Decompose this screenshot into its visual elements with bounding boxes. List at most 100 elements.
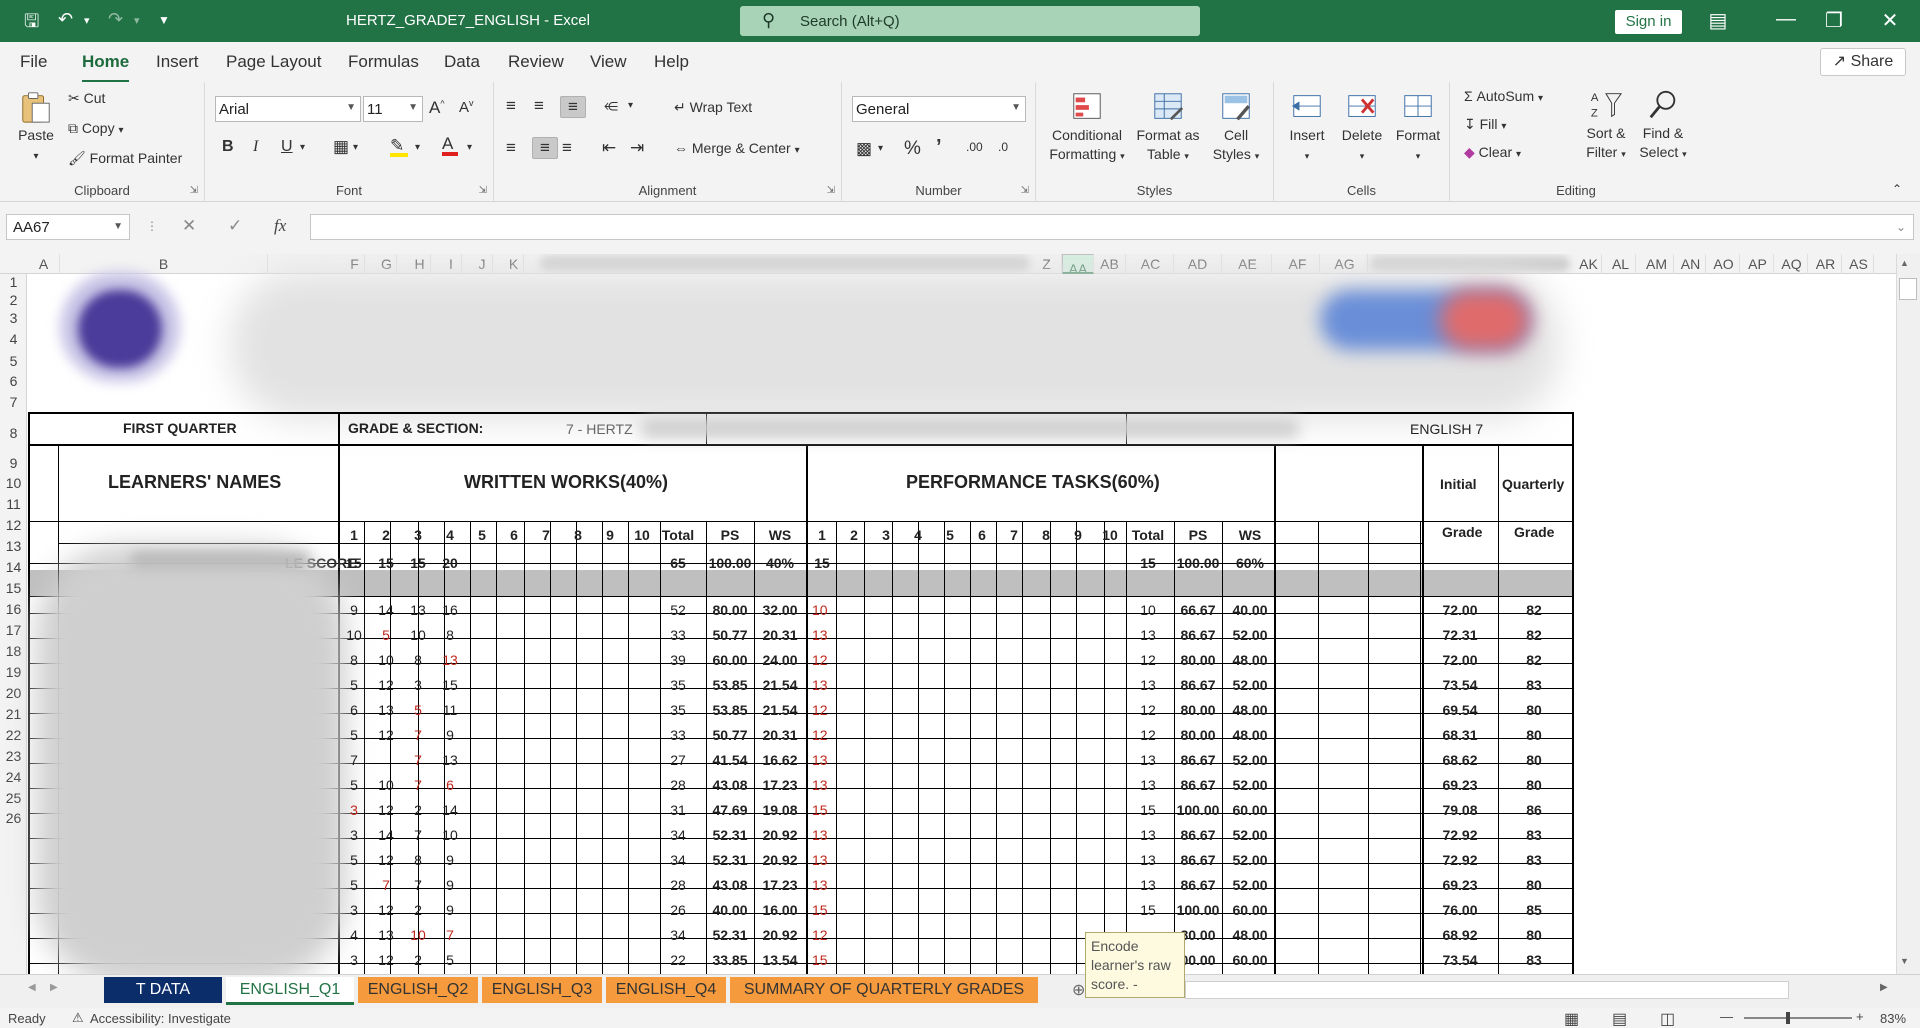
share-button[interactable]: ↗ Share (1820, 48, 1906, 76)
font-color-dropdown-icon[interactable]: ▾ (467, 142, 472, 153)
percent-icon[interactable]: % (904, 138, 921, 160)
column-header[interactable]: AO (1708, 254, 1740, 274)
insert-cells-button[interactable]: Insert ▾ (1280, 90, 1334, 166)
row-header[interactable]: 17 (0, 622, 27, 638)
vertical-scrollbar[interactable]: ▲ ▼ (1896, 254, 1920, 974)
font-name-select[interactable]: Arial ▼ (215, 96, 361, 122)
autosum-button[interactable]: Σ AutoSum ▾ (1464, 88, 1543, 104)
row-header[interactable]: 7 (0, 394, 27, 410)
cancel-icon[interactable]: ✕ (182, 216, 196, 236)
collapse-ribbon-icon[interactable]: ⌃ (1892, 182, 1902, 196)
add-sheet-icon[interactable]: ⊕ (1072, 980, 1085, 1000)
redo-icon[interactable]: ↷ (108, 9, 123, 30)
row-header[interactable]: 5 (0, 353, 27, 369)
format-cells-button[interactable]: Format ▾ (1390, 90, 1446, 166)
number-format-select[interactable]: General ▼ (852, 96, 1026, 122)
page-break-view-icon[interactable]: ◫ (1660, 1009, 1675, 1028)
italic-icon[interactable]: I (253, 138, 258, 156)
decrease-font-icon[interactable]: Av (459, 98, 474, 116)
row-header[interactable]: 6 (0, 373, 27, 389)
scroll-down-icon[interactable]: ▼ (1900, 956, 1909, 966)
align-right-icon[interactable]: ≡ (562, 138, 572, 158)
column-header[interactable]: AL (1606, 254, 1636, 274)
previous-sheet-icon[interactable]: ◀ (28, 982, 36, 993)
column-header[interactable]: AS (1844, 254, 1874, 274)
minimize-icon[interactable]: — (1766, 8, 1806, 31)
row-header[interactable]: 9 (0, 455, 27, 471)
sheet-tab-english-q3[interactable]: ENGLISH_Q3 (482, 977, 602, 1003)
clipboard-launcher-icon[interactable]: ⇲ (190, 185, 198, 196)
align-left-icon[interactable]: ≡ (506, 138, 516, 158)
row-header[interactable]: 21 (0, 706, 27, 722)
borders-dropdown-icon[interactable]: ▾ (353, 142, 358, 153)
insert-function-icon[interactable]: fx (274, 216, 286, 236)
row-header[interactable]: 2 (0, 292, 27, 308)
sheet-tab-english-q1[interactable]: ENGLISH_Q1 (226, 977, 354, 1005)
tab-insert[interactable]: Insert (156, 52, 199, 72)
sheet-tab-summary[interactable]: SUMMARY OF QUARTERLY GRADES (730, 977, 1038, 1003)
row-header[interactable]: 19 (0, 664, 27, 680)
underline-dropdown-icon[interactable]: ▾ (300, 142, 305, 153)
increase-decimal-icon[interactable]: .00 (966, 140, 983, 154)
decrease-decimal-icon[interactable]: .0 (998, 140, 1008, 154)
row-header[interactable]: 15 (0, 580, 27, 596)
zoom-out-icon[interactable]: — (1720, 1009, 1733, 1024)
format-painter-button[interactable]: 🖌 Format Painter (68, 150, 182, 167)
row-header[interactable]: 10 (0, 475, 27, 491)
underline-icon[interactable]: U (281, 138, 293, 156)
fill-button[interactable]: ↧ Fill ▾ (1464, 116, 1506, 133)
sheet-tab-english-q2[interactable]: ENGLISH_Q2 (358, 977, 478, 1003)
merge-center-button[interactable]: ⇔ Merge & Center ▾ (674, 140, 800, 156)
scroll-up-icon[interactable]: ▲ (1900, 258, 1909, 268)
cut-button[interactable]: ✂ Cut (68, 90, 105, 107)
number-launcher-icon[interactable]: ⇲ (1021, 185, 1029, 196)
column-header[interactable]: AQ (1776, 254, 1808, 274)
accounting-icon[interactable]: ▩ (856, 139, 872, 159)
horizontal-scrollbar[interactable] (1185, 981, 1789, 999)
row-header[interactable]: 4 (0, 331, 27, 347)
column-header[interactable]: AP (1742, 254, 1774, 274)
borders-icon[interactable]: ▦ (333, 137, 349, 157)
align-top-icon[interactable]: ≡ (506, 96, 516, 116)
clear-button[interactable]: ◆ Clear ▾ (1464, 144, 1521, 161)
enter-icon[interactable]: ✓ (228, 216, 242, 236)
find-select-button[interactable]: Find & Select ▾ (1634, 88, 1692, 164)
column-header[interactable]: A (28, 254, 60, 274)
wrap-text-button[interactable]: ↵ Wrap Text (674, 99, 752, 116)
row-header[interactable]: 14 (0, 559, 27, 575)
format-as-table-button[interactable]: Format as Table ▾ (1132, 90, 1204, 166)
undo-dropdown-icon[interactable]: ▾ (84, 14, 90, 27)
column-header[interactable]: AK (1576, 254, 1602, 274)
accessibility-status[interactable]: Accessibility: Investigate (90, 1011, 231, 1026)
zoom-slider[interactable] (1744, 1017, 1852, 1019)
zoom-level[interactable]: 83% (1880, 1011, 1906, 1026)
expand-formula-icon[interactable]: ⌄ (1896, 220, 1906, 234)
sheet-tab-english-q4[interactable]: ENGLISH_Q4 (606, 977, 726, 1003)
accessibility-icon[interactable]: ⚠ (72, 1010, 84, 1026)
align-middle-icon[interactable]: ≡ (534, 96, 544, 116)
row-header[interactable]: 22 (0, 727, 27, 743)
close-icon[interactable]: ✕ (1870, 8, 1910, 33)
alignment-launcher-icon[interactable]: ⇲ (827, 185, 835, 196)
font-color-icon[interactable]: A (442, 134, 458, 156)
zoom-in-icon[interactable]: + (1856, 1009, 1864, 1024)
paste-button[interactable]: Paste ▾ (10, 90, 62, 166)
row-header[interactable]: 24 (0, 769, 27, 785)
ribbon-display-icon[interactable]: ▤ (1698, 8, 1738, 33)
tab-view[interactable]: View (590, 52, 627, 72)
tab-home[interactable]: Home (82, 52, 130, 83)
column-header[interactable]: AR (1810, 254, 1842, 274)
scroll-right-icon[interactable]: ▶ (1880, 982, 1888, 993)
cell-styles-button[interactable]: Cell Styles ▾ (1208, 90, 1264, 166)
sort-filter-button[interactable]: AZ Sort & Filter ▾ (1578, 88, 1634, 164)
row-header[interactable]: 16 (0, 601, 27, 617)
increase-indent-icon[interactable]: ⇥ (630, 138, 644, 158)
accounting-dropdown-icon[interactable]: ▾ (878, 143, 883, 154)
formula-input[interactable] (310, 214, 1914, 240)
font-size-select[interactable]: 11 ▼ (363, 96, 423, 122)
delete-cells-button[interactable]: Delete ▾ (1334, 90, 1390, 166)
row-header[interactable]: 13 (0, 538, 27, 554)
increase-font-icon[interactable]: A^ (429, 98, 445, 118)
align-center-icon[interactable]: ≡ (532, 137, 558, 159)
normal-view-icon[interactable]: ▦ (1564, 1009, 1579, 1028)
